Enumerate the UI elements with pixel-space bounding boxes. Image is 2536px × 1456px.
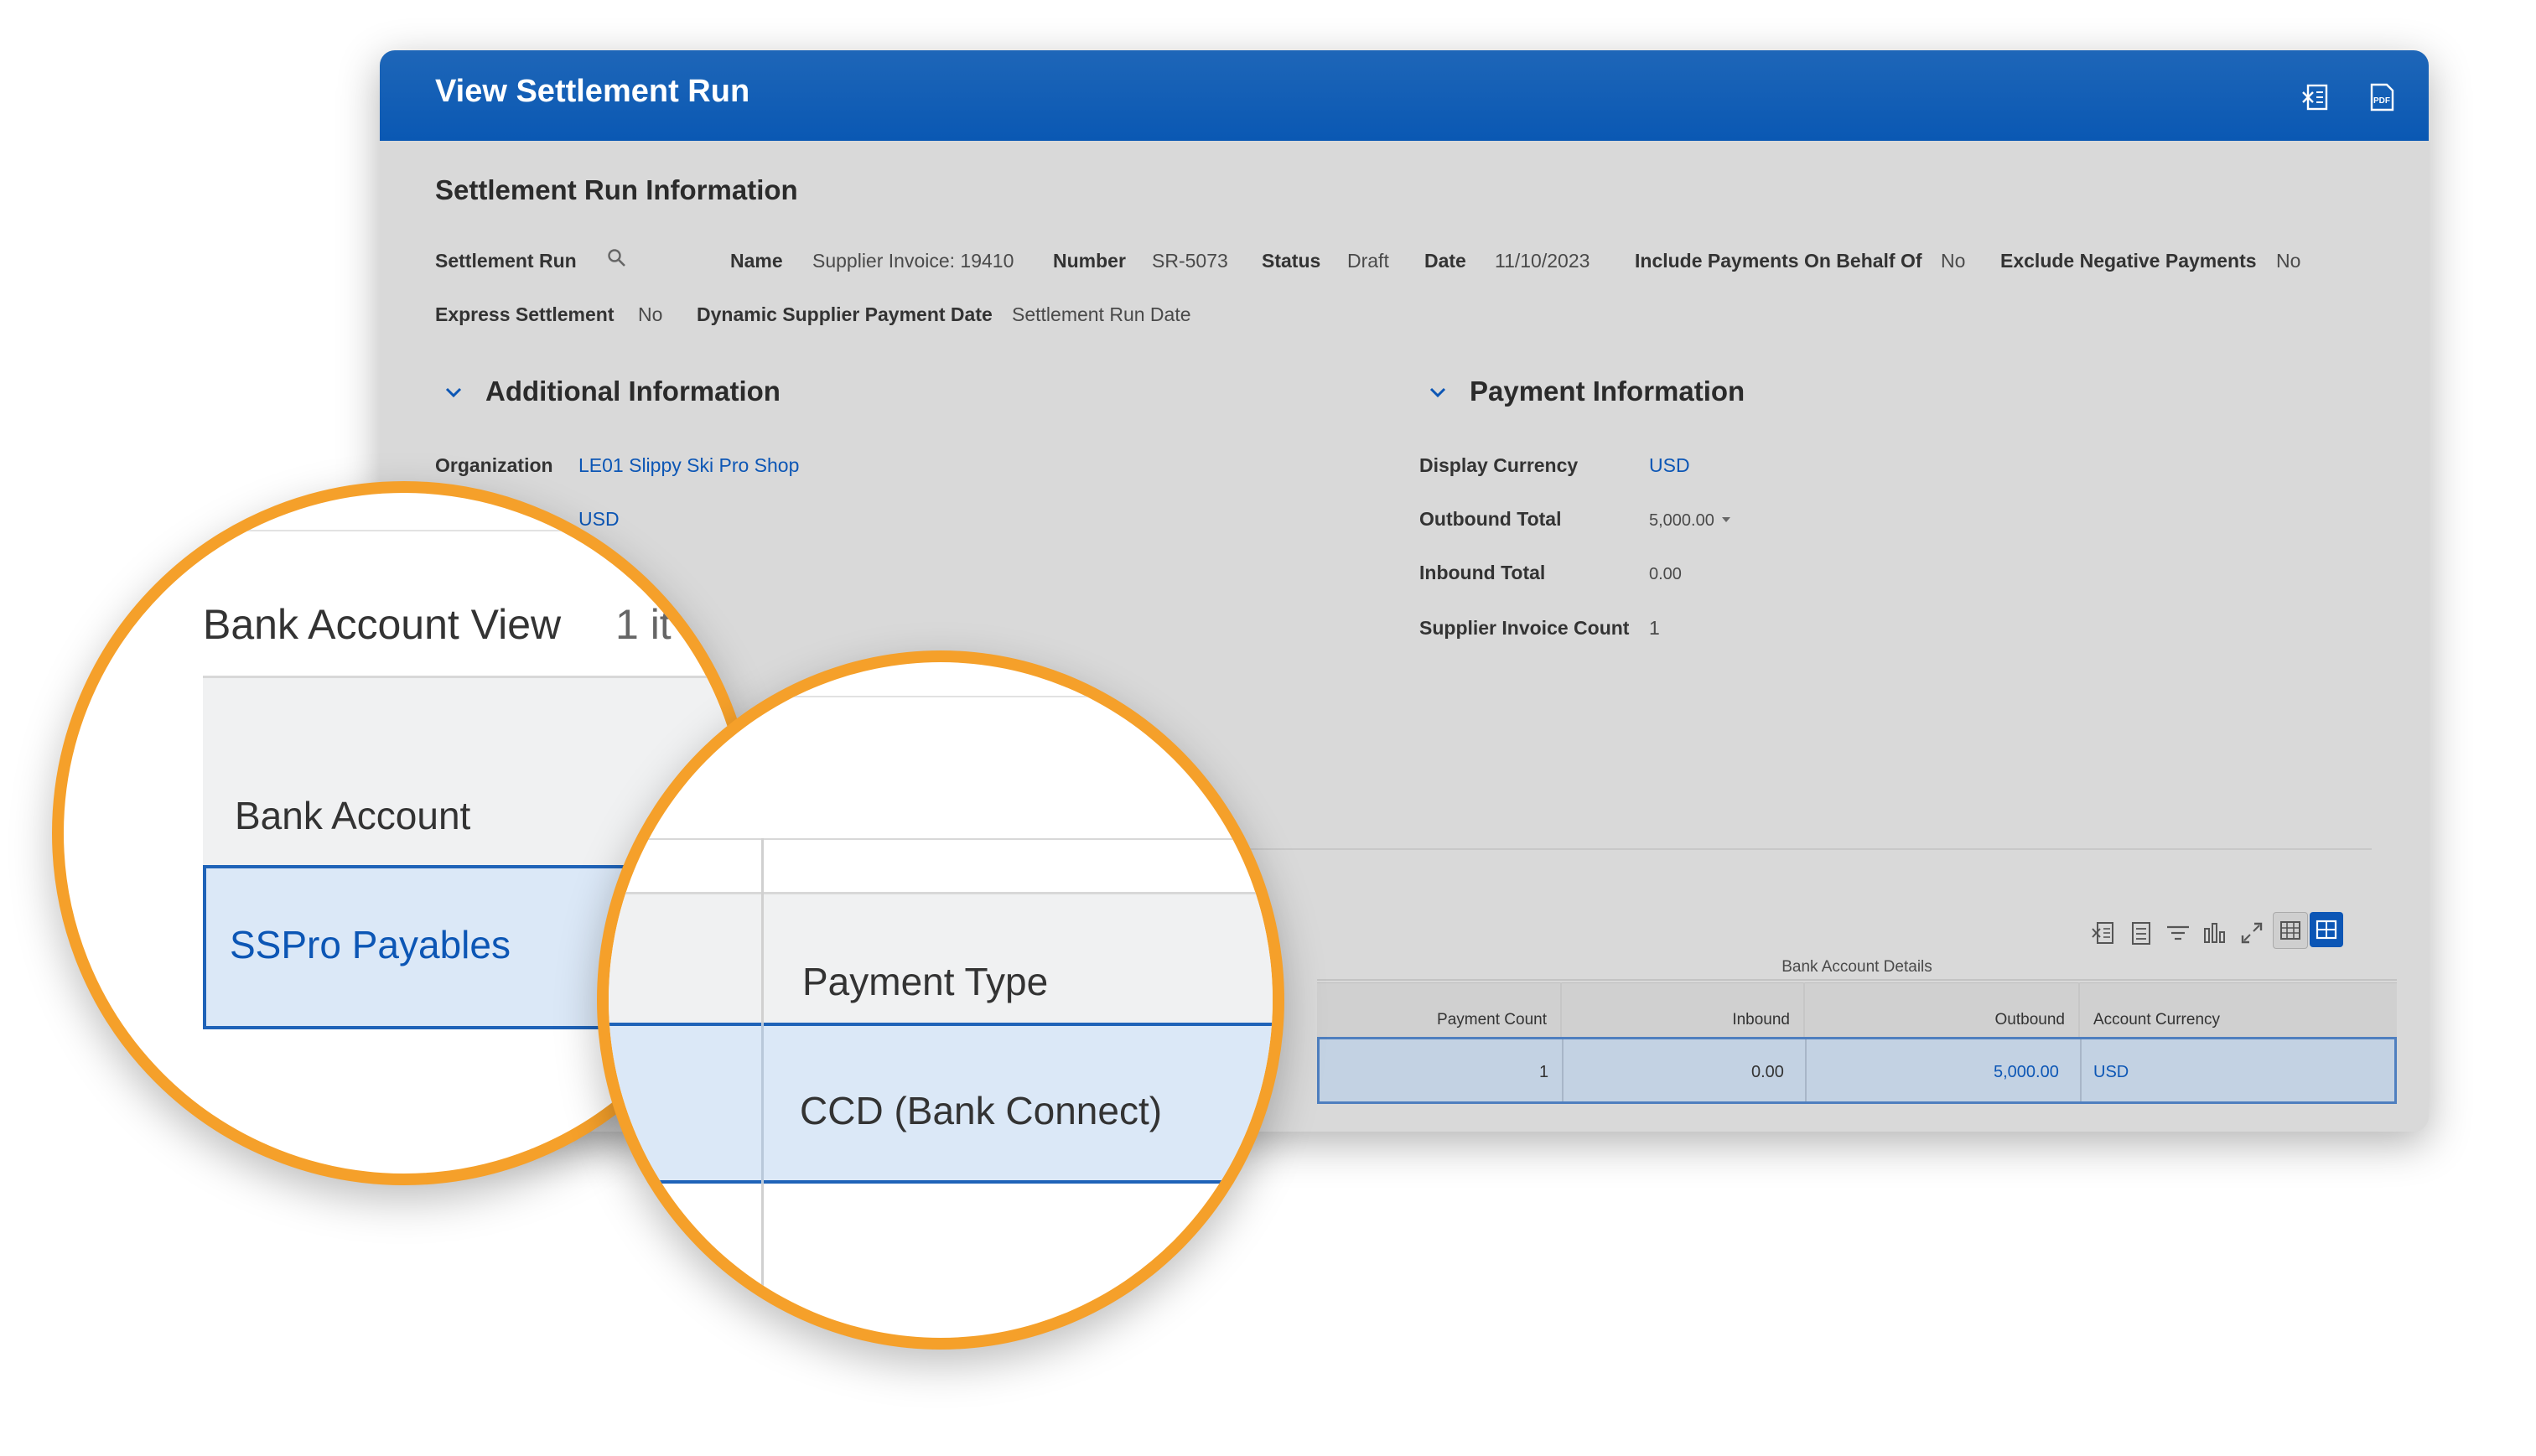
dynamic-date-value: Settlement Run Date bbox=[1012, 303, 1191, 325]
column-chooser-icon[interactable] bbox=[2127, 919, 2155, 947]
status-value: Draft bbox=[1347, 250, 1389, 272]
bank-account-details-header: Bank Account Details bbox=[1317, 956, 2397, 981]
express-settlement-value: No bbox=[638, 303, 663, 325]
settlement-run-label: Settlement Run bbox=[435, 250, 577, 272]
name-value: Supplier Invoice: 19410 bbox=[812, 250, 1014, 272]
cell-outbound[interactable]: 5,000.00 bbox=[1994, 1063, 2059, 1082]
caret-down-icon[interactable] bbox=[1719, 513, 1733, 531]
organization-label: Organization bbox=[435, 454, 553, 476]
outbound-total-value[interactable]: 5,000.00 bbox=[1649, 511, 1714, 531]
cell-divider bbox=[1562, 1039, 1564, 1101]
header-divider bbox=[609, 838, 1273, 840]
date-label: Date bbox=[1424, 250, 1466, 272]
export-pdf-icon[interactable]: PDF bbox=[2363, 79, 2400, 116]
name-label: Name bbox=[730, 250, 783, 272]
chevron-down-icon[interactable] bbox=[1426, 381, 1450, 404]
column-header-inbound[interactable]: Inbound bbox=[1562, 982, 1805, 1038]
status-label: Status bbox=[1262, 250, 1321, 272]
number-value: SR-5073 bbox=[1152, 250, 1228, 272]
include-payments-value: No bbox=[1941, 250, 1966, 272]
table-group-header-row: Bank Account Details bbox=[1317, 956, 2397, 982]
exclude-negative-label: Exclude Negative Payments bbox=[2000, 250, 2257, 272]
inbound-total-label: Inbound Total bbox=[1419, 562, 1546, 583]
exclude-negative-value: No bbox=[2276, 250, 2301, 272]
currency-link[interactable]: USD bbox=[578, 508, 620, 531]
bank-account-link[interactable]: SSPro Payables bbox=[230, 922, 511, 967]
item-count: 1 it bbox=[615, 601, 672, 648]
date-value: 11/10/2023 bbox=[1495, 250, 1590, 272]
section-title-additional: Additional Information bbox=[485, 376, 781, 407]
express-settlement-label: Express Settlement bbox=[435, 303, 615, 325]
number-label: Number bbox=[1053, 250, 1126, 272]
svg-text:PDF: PDF bbox=[2373, 96, 2390, 106]
window-title: View Settlement Run bbox=[435, 74, 750, 109]
column-header-bank-account[interactable]: Bank Account bbox=[235, 793, 470, 838]
export-excel-icon[interactable] bbox=[2298, 79, 2335, 116]
cell-divider bbox=[2080, 1039, 2082, 1101]
include-payments-label: Include Payments On Behalf Of bbox=[1635, 250, 1922, 272]
chevron-down-icon[interactable] bbox=[442, 381, 465, 404]
filter-icon[interactable] bbox=[2164, 919, 2192, 947]
section-title-payment: Payment Information bbox=[1470, 376, 1745, 407]
column-header-payment-type[interactable]: Payment Type bbox=[802, 959, 1048, 1004]
view-title: Bank Account View bbox=[203, 601, 562, 648]
display-currency-link[interactable]: USD bbox=[1649, 454, 1690, 477]
organization-link[interactable]: LE01 Slippy Ski Pro Shop bbox=[578, 454, 799, 477]
fullscreen-icon[interactable] bbox=[2238, 919, 2266, 947]
inbound-total-value: 0.00 bbox=[1649, 565, 1682, 583]
section-title-settlement-info: Settlement Run Information bbox=[435, 174, 798, 205]
cell-inbound: 0.00 bbox=[1751, 1063, 1784, 1081]
chart-icon[interactable] bbox=[2201, 919, 2229, 947]
column-header-payment-count[interactable]: Payment Count bbox=[1317, 982, 1562, 1038]
magnifier-payment-type: Payment Type CCD (Bank Connect) bbox=[597, 650, 1284, 1350]
cell-divider bbox=[1805, 1039, 1807, 1101]
outbound-total-label: Outbound Total bbox=[1419, 508, 1562, 530]
cell-payment-count: 1 bbox=[1539, 1063, 1549, 1081]
column-header-account-currency[interactable]: Account Currency bbox=[2080, 982, 2397, 1038]
cell-account-currency[interactable]: USD bbox=[2093, 1063, 2129, 1082]
invoice-count-label: Supplier Invoice Count bbox=[1419, 617, 1630, 639]
title-bar: View Settlement Run PDF bbox=[380, 50, 2429, 141]
cell-divider bbox=[761, 1023, 764, 1184]
table-row[interactable] bbox=[1317, 1037, 2397, 1104]
header-divider bbox=[609, 696, 1273, 697]
column-header-outbound[interactable]: Outbound bbox=[1805, 982, 2080, 1038]
dynamic-date-label: Dynamic Supplier Payment Date bbox=[697, 303, 993, 325]
search-icon[interactable] bbox=[606, 247, 628, 273]
grid-view-icon[interactable] bbox=[2310, 912, 2343, 947]
table-view-icon[interactable] bbox=[2273, 912, 2308, 949]
invoice-count-value: 1 bbox=[1649, 617, 1660, 639]
display-currency-label: Display Currency bbox=[1419, 454, 1579, 476]
payment-type-value: CCD (Bank Connect) bbox=[800, 1089, 1163, 1132]
header-divider bbox=[64, 530, 744, 531]
export-excel-icon[interactable] bbox=[2090, 919, 2119, 947]
